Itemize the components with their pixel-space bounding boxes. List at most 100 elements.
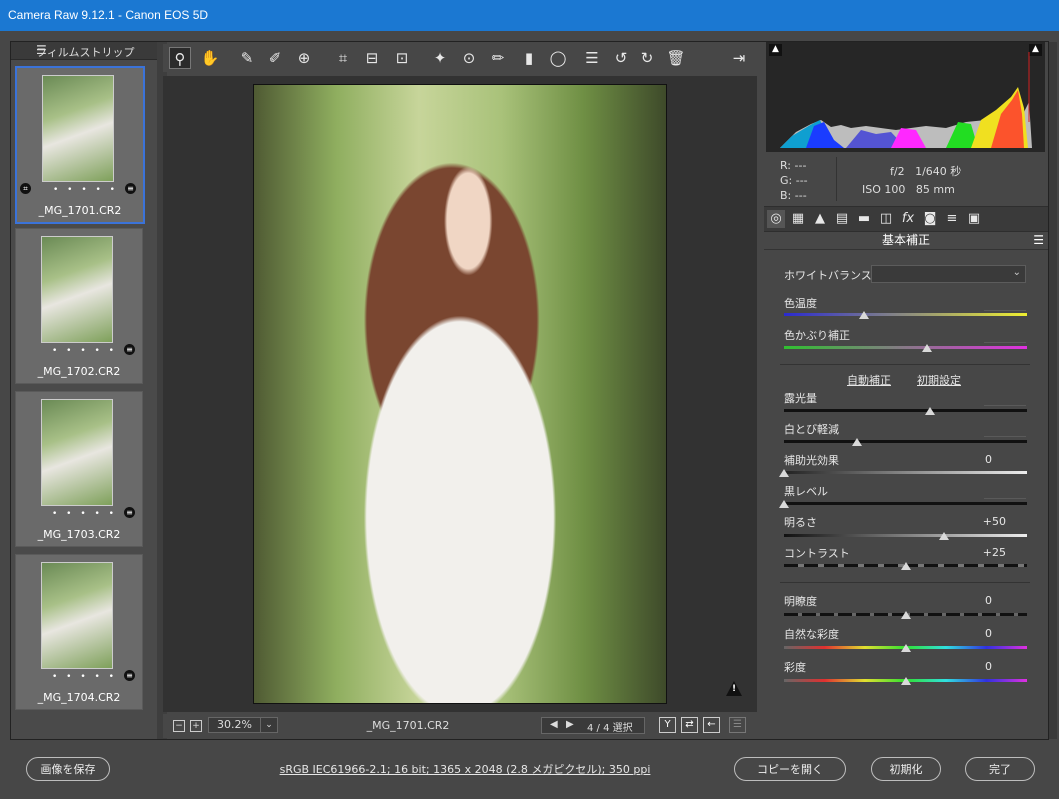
filmstrip-item-1701[interactable]: ⌗ • • • • • ≡ _MG_1701.CR2 (15, 66, 145, 224)
white-balance-select[interactable]: ⌄ (871, 265, 1026, 283)
tab-snapshots-icon[interactable]: ▣ (965, 210, 983, 228)
blacks-slider-track[interactable] (784, 502, 1027, 505)
open-in-workflow-icon[interactable]: ⇥ (728, 47, 750, 69)
graduated-filter-icon[interactable]: ▮ (518, 47, 540, 69)
filmstrip-menu-icon[interactable]: ☰ (36, 43, 153, 57)
tab-split-toning-icon[interactable]: ▬ (855, 210, 873, 228)
thumbnail-name: _MG_1704.CR2 (37, 691, 121, 704)
thumbnail-image (41, 236, 113, 343)
vibrance-slider-handle[interactable] (900, 644, 911, 652)
tint-slider-track[interactable] (784, 346, 1027, 349)
brightness-slider-track[interactable] (784, 534, 1027, 537)
slider-value-field[interactable] (984, 340, 1026, 343)
adjustment-panel: ▲ ▲ R: --- G: --- B: --- f/2 1/640 秒 ISO… (764, 42, 1048, 739)
tab-detail-icon[interactable]: ▲ (811, 210, 829, 228)
rating-dots[interactable]: • • • • • (53, 185, 118, 195)
rating-dots[interactable]: • • • • • (52, 672, 117, 682)
slider-label: 彩度 (784, 661, 806, 674)
rotate-left-icon[interactable]: ↺ (610, 47, 632, 69)
clarity-slider-handle[interactable] (900, 611, 911, 619)
adjust-badge-icon: ≡ (124, 507, 135, 518)
spot-removal-tool-icon[interactable]: ✦ (429, 47, 451, 69)
zoom-in-icon[interactable]: + (190, 720, 202, 732)
exposure-slider-handle[interactable] (924, 407, 935, 415)
highlights-slider-handle[interactable] (851, 438, 862, 446)
slider-value[interactable]: 0 (952, 660, 992, 673)
prev-image-icon[interactable]: ◀ (550, 719, 558, 730)
highlights-slider-track[interactable] (784, 440, 1027, 443)
toggle-defaults-icon[interactable]: ☰ (729, 717, 746, 733)
saturation-slider-handle[interactable] (900, 677, 911, 685)
panel-menu-icon[interactable]: ☰ (1033, 231, 1044, 249)
filmstrip-item-1703[interactable]: • • • • • ≡ _MG_1703.CR2 (15, 391, 143, 547)
preview-canvas[interactable]: ! (163, 76, 757, 712)
radial-filter-icon[interactable]: ◯ (547, 47, 569, 69)
straighten-tool-icon[interactable]: ⊟ (361, 47, 383, 69)
thumbnail-name: _MG_1702.CR2 (37, 365, 121, 378)
exposure-slider-track[interactable] (784, 409, 1027, 412)
color-sampler-tool-icon[interactable]: ✐ (264, 47, 286, 69)
white-balance-tool-icon[interactable]: ✎ (236, 47, 258, 69)
tab-camera-calibration-icon[interactable]: ◙ (921, 210, 939, 228)
swap-settings-icon[interactable]: ⇄ (681, 717, 698, 733)
hand-tool-icon[interactable]: ✋ (199, 47, 221, 69)
slider-value-field[interactable] (984, 403, 1026, 406)
slider-value[interactable]: +50 (966, 515, 1006, 528)
contrast-slider-handle[interactable] (900, 562, 911, 570)
b-value: --- (794, 189, 807, 202)
blacks-slider-handle[interactable] (779, 500, 789, 508)
tab-presets-icon[interactable]: ≡ (943, 210, 961, 228)
next-image-icon[interactable]: ▶ (566, 719, 574, 730)
temperature-slider-track[interactable] (784, 313, 1027, 316)
histogram: ▲ ▲ (766, 42, 1045, 152)
trash-icon[interactable]: 🗑 (665, 47, 687, 69)
tint-slider-handle[interactable] (922, 344, 933, 352)
rating-dots[interactable]: • • • • • (52, 346, 117, 356)
tab-tone-curve-icon[interactable]: ▦ (789, 210, 807, 228)
preview-photo[interactable] (253, 84, 667, 704)
preferences-icon[interactable]: ☰ (581, 47, 603, 69)
slider-value[interactable]: 0 (952, 453, 992, 466)
copy-settings-icon[interactable]: ← (703, 717, 720, 733)
slider-value-field[interactable] (984, 308, 1026, 311)
save-image-button[interactable]: 画像を保存 (26, 757, 110, 781)
brightness-slider-handle[interactable] (939, 532, 950, 540)
tab-lens-icon[interactable]: ◫ (877, 210, 895, 228)
warning-icon[interactable]: ! (726, 681, 742, 696)
auto-adjust-link[interactable]: 自動補正 (847, 372, 891, 388)
slider-value[interactable]: 0 (952, 627, 992, 640)
tab-hsl-icon[interactable]: ▤ (833, 210, 851, 228)
slider-value[interactable]: 0 (952, 594, 992, 607)
rating-dots[interactable]: • • • • • (52, 509, 117, 519)
zoom-out-icon[interactable]: − (173, 720, 185, 732)
temperature-slider-handle[interactable] (859, 311, 870, 319)
slider-value-field[interactable] (984, 434, 1026, 437)
before-after-toggle-button[interactable]: Y (659, 717, 676, 733)
reset-button[interactable]: 初期化 (871, 757, 941, 781)
slider-value-field[interactable] (984, 496, 1026, 499)
filmstrip-item-1702[interactable]: • • • • • ≡ _MG_1702.CR2 (15, 228, 143, 384)
zoom-tool-icon[interactable]: ⚲ (169, 47, 191, 69)
transform-tool-icon[interactable]: ⊡ (391, 47, 413, 69)
slider-value[interactable]: +25 (966, 546, 1006, 559)
workflow-options-link[interactable]: sRGB IEC61966-2.1; 16 bit; 1365 x 2048 (… (270, 761, 660, 777)
tab-effects-icon[interactable]: fx (899, 210, 917, 228)
adjustment-brush-icon[interactable]: ✏ (487, 47, 509, 69)
done-button[interactable]: 完了 (965, 757, 1035, 781)
thumbnail-name: _MG_1703.CR2 (37, 528, 121, 541)
tab-basic-icon[interactable]: ◎ (767, 210, 785, 228)
red-eye-tool-icon[interactable]: ⊙ (458, 47, 480, 69)
crop-tool-icon[interactable]: ⌗ (332, 47, 354, 69)
filmstrip-item-1704[interactable]: • • • • • ≡ _MG_1704.CR2 (15, 554, 143, 710)
aperture-value: f/2 (890, 165, 905, 178)
zoom-level-select[interactable]: 30.2% ⌄ (208, 717, 278, 733)
adjustment-panel-scrollbar[interactable] (1049, 42, 1057, 739)
rotate-right-icon[interactable]: ↻ (636, 47, 658, 69)
slider-label: 黒レベル (784, 485, 828, 498)
targeted-adjustment-tool-icon[interactable]: ⊕ (293, 47, 315, 69)
fill-light-slider-track[interactable] (784, 471, 1027, 474)
white-balance-label: ホワイトバランス : (784, 269, 879, 282)
fill-light-slider-handle[interactable] (779, 469, 789, 477)
open-copy-button[interactable]: コピーを開く (734, 757, 846, 781)
default-settings-link[interactable]: 初期設定 (917, 372, 961, 388)
